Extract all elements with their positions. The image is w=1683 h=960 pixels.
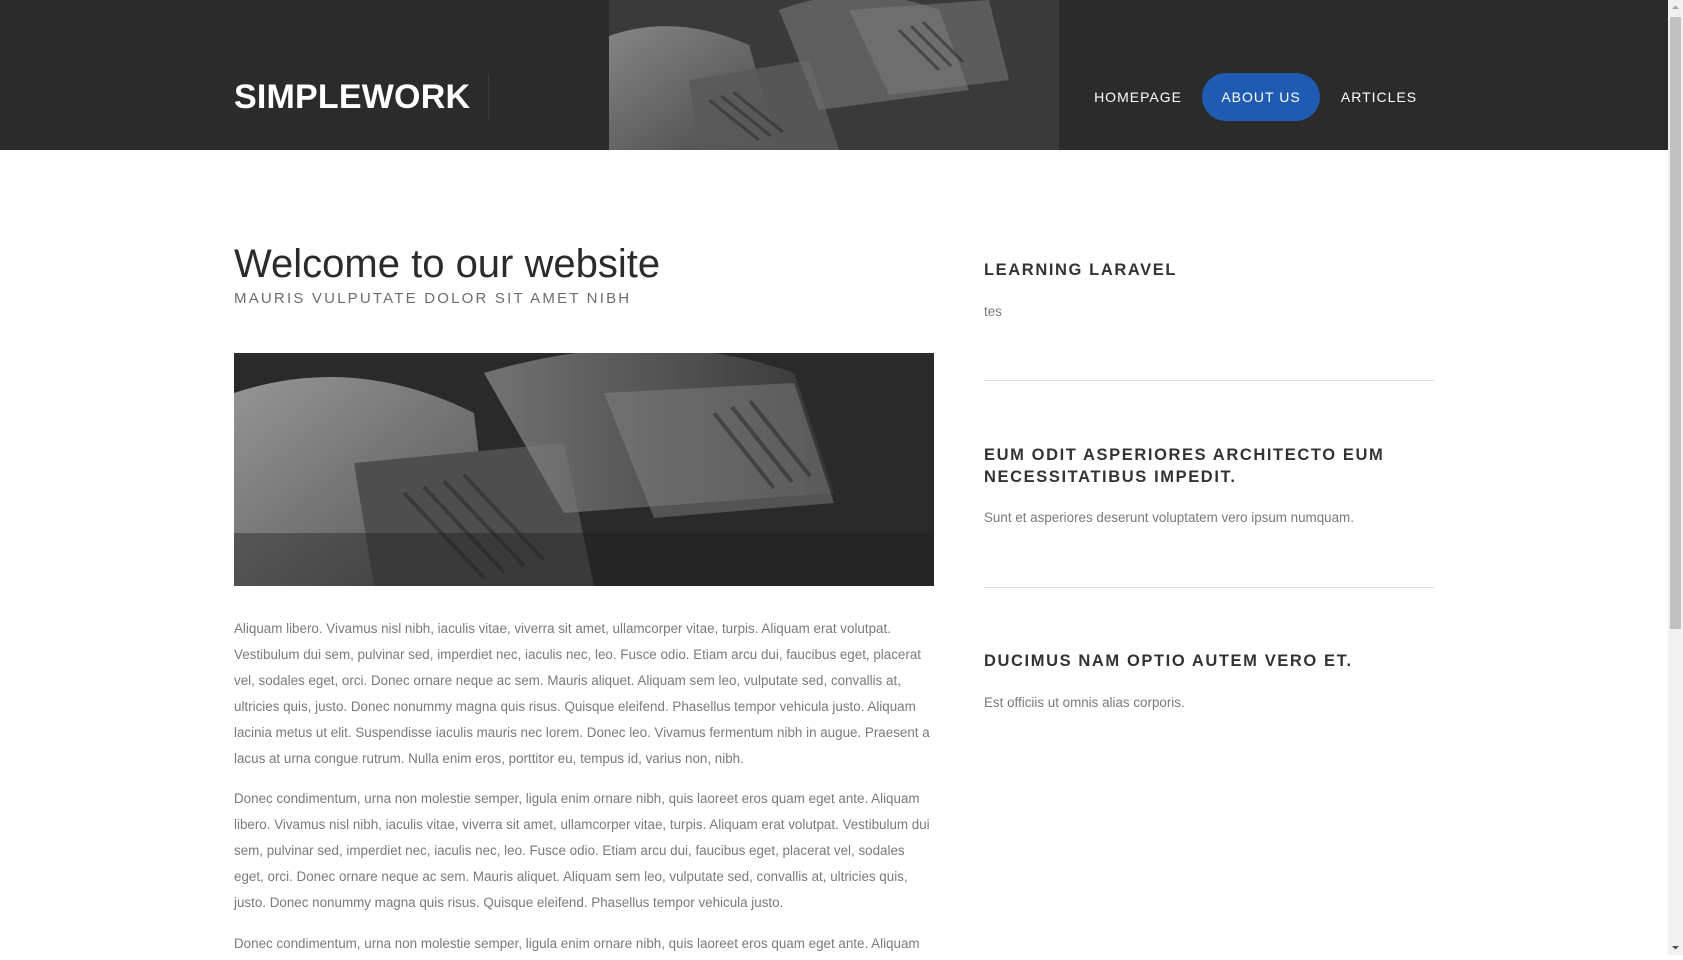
arrow-down-icon[interactable] (1668, 940, 1683, 955)
nav-articles[interactable]: ARTICLES (1332, 73, 1426, 121)
sidebar-title-3[interactable]: DUCIMUS NAM OPTIO AUTEM VERO ET. (984, 650, 1434, 672)
viewport: SIMPLEWORK HOMEPAGE ABOUT US ARTICLES We… (0, 0, 1668, 955)
scrollbar-thumb[interactable] (1670, 17, 1681, 629)
sidebar-title-2[interactable]: EUM ODIT ASPERIORES ARCHITECTO EUM NECES… (984, 444, 1434, 488)
body-paragraph-3: Donec condimentum, urna non molestie sem… (234, 936, 920, 951)
vertical-scrollbar[interactable] (1668, 0, 1683, 955)
sidebar-text-2: Sunt et asperiores deserunt voluptatem v… (984, 510, 1354, 525)
page-subtitle: MAURIS VULPUTATE DOLOR SIT AMET NIBH (234, 290, 632, 307)
hero-image (234, 353, 934, 586)
body-paragraph-1: Aliquam libero. Vivamus nisl nibh, iacul… (234, 621, 930, 766)
arrow-up-icon[interactable] (1668, 0, 1683, 15)
nav-about-us[interactable]: ABOUT US (1202, 73, 1320, 121)
main-nav: HOMEPAGE ABOUT US ARTICLES (0, 73, 1668, 121)
sidebar-text-1: tes (984, 304, 1002, 319)
sidebar-divider (984, 380, 1434, 381)
sidebar-divider (984, 587, 1434, 588)
ethernet-cables-photo-icon (234, 353, 934, 586)
site-header: SIMPLEWORK HOMEPAGE ABOUT US ARTICLES (0, 0, 1668, 150)
sidebar-text-3: Est officiis ut omnis alias corporis. (984, 695, 1185, 710)
sidebar-title-1[interactable]: LEARNING LARAVEL (984, 259, 1434, 281)
body-paragraph-2: Donec condimentum, urna non molestie sem… (234, 791, 930, 910)
nav-homepage[interactable]: HOMEPAGE (1086, 73, 1190, 121)
page-title: Welcome to our website (234, 242, 661, 286)
